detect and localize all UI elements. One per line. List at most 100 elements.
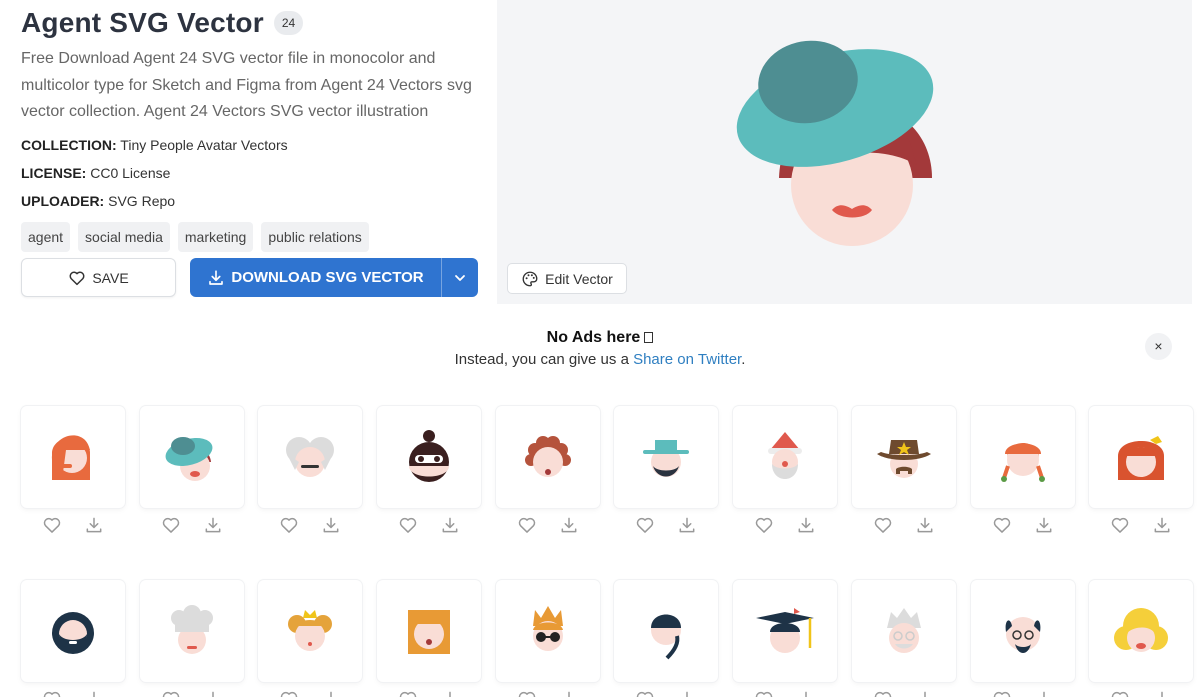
vector-card[interactable] <box>851 406 956 508</box>
heart-icon[interactable] <box>42 515 62 535</box>
heart-icon[interactable] <box>873 515 893 535</box>
vector-card[interactable] <box>614 580 719 682</box>
vector-card[interactable] <box>258 406 363 508</box>
download-icon[interactable] <box>203 689 223 697</box>
collection-link[interactable]: Tiny People Avatar Vectors <box>120 137 287 153</box>
download-icon[interactable] <box>1152 515 1172 535</box>
tag-marketing[interactable]: marketing <box>177 221 254 252</box>
item-actions <box>733 514 837 536</box>
heart-icon[interactable] <box>161 515 181 535</box>
heart-icon[interactable] <box>517 689 537 697</box>
download-options-toggle[interactable] <box>442 258 478 297</box>
download-icon[interactable] <box>1034 689 1054 697</box>
tag-agent[interactable]: agent <box>21 221 71 252</box>
title-row: Agent SVG Vector 24 <box>21 0 481 46</box>
heart-icon[interactable] <box>398 689 418 697</box>
vector-card[interactable] <box>495 580 600 682</box>
vector-card[interactable] <box>258 580 363 682</box>
download-icon[interactable] <box>796 689 816 697</box>
heart-icon[interactable] <box>754 689 774 697</box>
vector-card[interactable] <box>495 406 600 508</box>
vector-card[interactable] <box>21 580 125 682</box>
download-main[interactable]: DOWNLOAD SVG VECTOR <box>190 258 442 297</box>
download-icon[interactable] <box>559 515 579 535</box>
item-actions <box>377 514 481 536</box>
vector-card[interactable] <box>733 406 838 508</box>
license-value[interactable]: CC0 License <box>90 165 170 181</box>
download-icon[interactable] <box>796 515 816 535</box>
item-actions <box>1089 514 1193 536</box>
page-title: Agent SVG Vector <box>21 7 264 38</box>
vector-card[interactable] <box>1089 580 1194 682</box>
grid-item <box>733 406 838 536</box>
download-icon[interactable] <box>321 689 341 697</box>
heart-icon[interactable] <box>279 689 299 697</box>
download-icon[interactable] <box>677 689 697 697</box>
heart-icon[interactable] <box>1110 689 1130 697</box>
heart-icon[interactable] <box>398 515 418 535</box>
download-icon[interactable] <box>440 689 460 697</box>
heart-icon[interactable] <box>42 689 62 697</box>
heart-icon[interactable] <box>517 515 537 535</box>
download-icon[interactable] <box>321 515 341 535</box>
heart-icon[interactable] <box>1110 515 1130 535</box>
vector-card[interactable] <box>1089 406 1194 508</box>
heart-icon[interactable] <box>635 515 655 535</box>
download-icon[interactable] <box>203 515 223 535</box>
download-icon[interactable] <box>440 515 460 535</box>
grid-item <box>258 406 363 536</box>
vector-card[interactable] <box>139 406 244 508</box>
download-icon[interactable] <box>84 515 104 535</box>
item-actions <box>21 514 125 536</box>
palette-icon <box>522 271 538 286</box>
red-hair-bow-woman-icon <box>1118 436 1165 480</box>
edit-vector-button[interactable]: Edit Vector <box>507 263 627 294</box>
item-actions <box>258 514 362 536</box>
download-icon[interactable] <box>559 689 579 697</box>
vector-card[interactable] <box>851 580 956 682</box>
grid-item <box>377 580 482 697</box>
download-icon <box>209 269 224 285</box>
vector-card[interactable] <box>377 580 482 682</box>
download-icon[interactable] <box>84 689 104 697</box>
close-notice-button[interactable]: × <box>1145 333 1172 360</box>
notice-prefix: Instead, you can give us a <box>454 351 634 368</box>
orange-bob-woman-icon <box>408 610 451 654</box>
tag-social-media[interactable]: social media <box>78 221 170 252</box>
punk-sunglasses-icon <box>532 606 563 651</box>
download-icon[interactable] <box>915 515 935 535</box>
vector-card[interactable] <box>970 406 1075 508</box>
save-label: SAVE <box>92 269 129 286</box>
heart-icon[interactable] <box>754 515 774 535</box>
download-button[interactable]: DOWNLOAD SVG VECTOR <box>190 258 478 297</box>
vector-card[interactable] <box>377 406 482 508</box>
vector-card[interactable] <box>614 406 719 508</box>
download-icon[interactable] <box>1034 515 1054 535</box>
item-actions <box>1089 688 1193 697</box>
vector-card[interactable] <box>139 580 244 682</box>
uploader-label: UPLOADER: <box>21 192 105 209</box>
download-icon[interactable] <box>677 515 697 535</box>
heart-icon[interactable] <box>992 515 1012 535</box>
vector-card[interactable] <box>21 406 125 508</box>
license-label: LICENSE: <box>21 164 87 181</box>
santa-claus-icon <box>768 432 803 479</box>
heart-icon[interactable] <box>635 689 655 697</box>
download-icon[interactable] <box>1152 689 1172 697</box>
uploader-value[interactable]: SVG Repo <box>108 193 175 209</box>
grid-item <box>733 580 838 697</box>
vector-card[interactable] <box>733 580 838 682</box>
vector-card[interactable] <box>970 580 1075 682</box>
redhead-braids-icon <box>1000 443 1045 482</box>
heart-icon[interactable] <box>992 689 1012 697</box>
save-button[interactable]: SAVE <box>21 258 176 297</box>
bald-glasses-man-icon <box>1005 617 1040 653</box>
heart-icon[interactable] <box>279 515 299 535</box>
heart-icon[interactable] <box>161 689 181 697</box>
download-icon[interactable] <box>915 689 935 697</box>
share-on-twitter-link[interactable]: Share on Twitter <box>633 351 741 368</box>
notice-suffix: . <box>741 351 746 368</box>
tag-public-relations[interactable]: public relations <box>261 221 369 252</box>
notice-title: No Ads here <box>0 328 1200 348</box>
heart-icon[interactable] <box>873 689 893 697</box>
